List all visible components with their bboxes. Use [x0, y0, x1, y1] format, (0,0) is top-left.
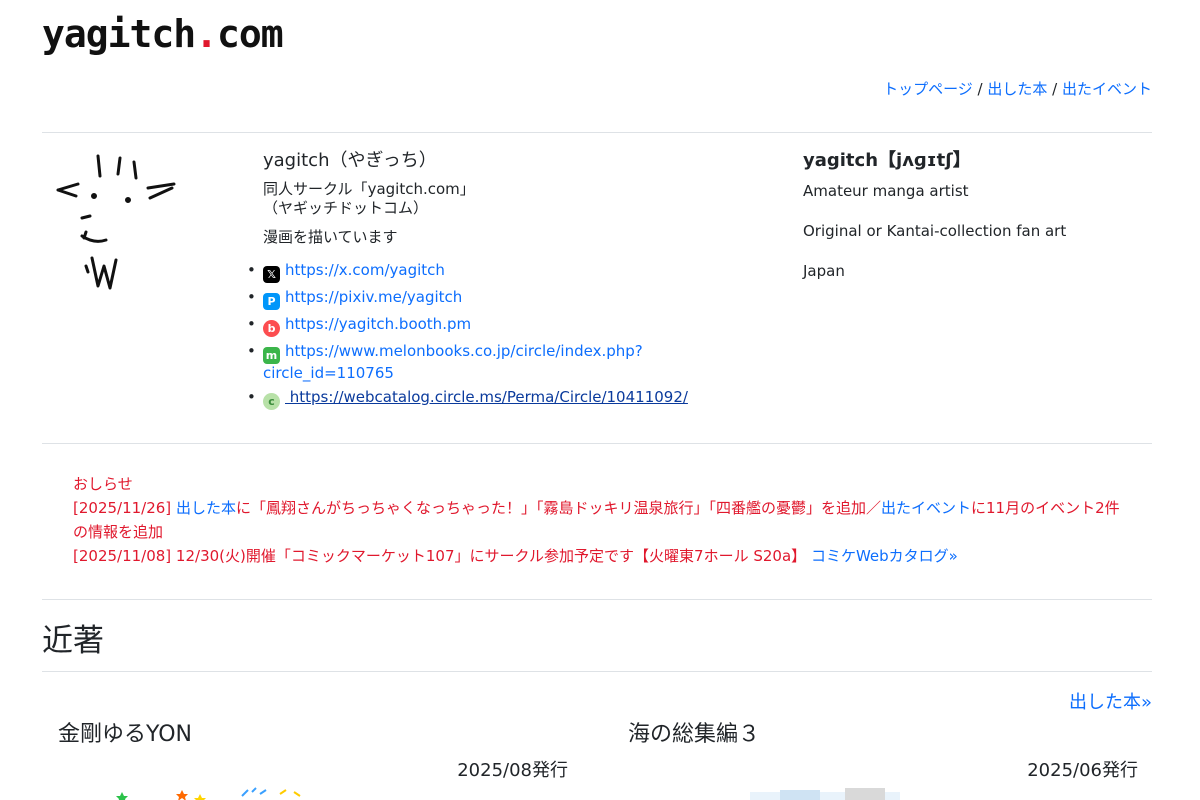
link-melonbooks[interactable]: https://www.melonbooks.co.jp/circle/inde… — [263, 342, 643, 382]
news-link-events[interactable]: 出たイベント — [881, 499, 971, 517]
link-list: 𝕏https://x.com/yagitch Phttps://pixiv.me… — [247, 261, 763, 410]
nav-link-top[interactable]: トップページ — [883, 80, 973, 98]
news-text: に「鳳翔さんがちっちゃくなっちゃった！」「霧島ドッキリ温泉旅行」「四番艦の憂鬱」… — [235, 499, 881, 517]
divider — [42, 132, 1152, 133]
list-item: Phttps://pixiv.me/yagitch — [247, 288, 763, 310]
book-title: 海の総集編３ — [628, 722, 761, 747]
profile-circle: 同人サークル「yagitch.com」 （ヤギッチドットコム） — [263, 180, 763, 218]
book-card[interactable]: 海の総集編３ 2025/06発行 — [628, 720, 1138, 781]
link-booth[interactable]: https://yagitch.booth.pm — [285, 315, 471, 333]
divider — [42, 443, 1152, 444]
pixiv-icon: P — [263, 293, 280, 310]
top-navigation: トップページ / 出した本 / 出たイベント — [883, 78, 1152, 99]
english-name: yagitch【jʌɡɪtʃ】 — [803, 150, 971, 171]
news-section: おしらせ [2025/11/26] 出した本に「鳳翔さんがちっちゃくなっちゃった… — [73, 472, 1133, 568]
news-date: [2025/11/26] — [73, 499, 176, 517]
nav-separator: / — [1047, 80, 1062, 98]
melonbooks-icon: m — [263, 347, 280, 364]
link-melonbooks-text2: circle_id=110765 — [263, 364, 394, 382]
profile-section: yagitch（やぎっち） 同人サークル「yagitch.com」 （ヤギッチド… — [247, 150, 763, 415]
nav-separator: / — [972, 80, 988, 98]
link-circle-ms[interactable]: https://webcatalog.circle.ms/Perma/Circl… — [285, 388, 688, 406]
circle-suffix: 」 — [459, 180, 475, 198]
link-pixiv[interactable]: https://pixiv.me/yagitch — [285, 288, 462, 306]
circle-prefix: 同人サークル「 — [263, 180, 368, 198]
english-profile: yagitch【jʌɡɪtʃ】 Amateur manga artist Ori… — [803, 150, 1066, 302]
book-date: 2025/06発行 — [1027, 760, 1138, 781]
link-x[interactable]: https://x.com/yagitch — [285, 261, 445, 279]
news-item: [2025/11/08] 12/30(火)開催「コミックマーケット107」にサー… — [73, 544, 1133, 568]
circle-reading: （ヤギッチドットコム） — [263, 199, 429, 217]
site-title[interactable]: yagitch.com — [42, 12, 284, 56]
news-text: [2025/11/08] 12/30(火)開催「コミックマーケット107」にサー… — [73, 547, 811, 565]
site-title-tld: com — [217, 12, 284, 56]
book-date: 2025/08発行 — [457, 760, 568, 781]
book-cover-image[interactable] — [750, 784, 900, 800]
profile-description: 漫画を描いています — [263, 228, 398, 246]
divider — [42, 599, 1152, 600]
english-line: Japan — [803, 262, 845, 280]
avatar — [56, 154, 176, 290]
divider — [42, 671, 1152, 672]
list-item: c https://webcatalog.circle.ms/Perma/Cir… — [247, 388, 763, 410]
nav-link-events[interactable]: 出たイベント — [1062, 80, 1152, 98]
book-title: 金剛ゆるYON — [58, 722, 193, 747]
book-cover-image[interactable] — [110, 784, 310, 800]
site-title-dot: . — [195, 12, 218, 56]
circle-name: yagitch.com — [367, 180, 460, 198]
x-icon: 𝕏 — [263, 266, 280, 283]
news-link-books[interactable]: 出した本 — [176, 499, 236, 517]
news-item: [2025/11/26] 出した本に「鳳翔さんがちっちゃくなっちゃった！」「霧島… — [73, 496, 1133, 544]
list-item: b https://yagitch.booth.pm — [247, 315, 763, 337]
more-books-link[interactable]: 出した本» — [1069, 688, 1152, 714]
english-line: Amateur manga artist — [803, 182, 969, 200]
nav-link-books[interactable]: 出した本 — [987, 80, 1047, 98]
circle-ms-icon: c — [263, 393, 280, 410]
news-heading: おしらせ — [73, 475, 133, 493]
section-title-recent: 近著 — [42, 623, 104, 659]
english-line: Original or Kantai-collection fan art — [803, 222, 1067, 240]
news-link-comiket-catalog[interactable]: コミケWebカタログ» — [811, 547, 958, 565]
link-melonbooks-text: https://www.melonbooks.co.jp/circle/inde… — [285, 342, 643, 360]
site-title-main: yagitch — [42, 12, 196, 56]
list-item: m https://www.melonbooks.co.jp/circle/ind… — [247, 342, 763, 383]
list-item: 𝕏https://x.com/yagitch — [247, 261, 763, 283]
book-card[interactable]: 金剛ゆるYON 2025/08発行 — [58, 720, 568, 781]
profile-name: yagitch（やぎっち） — [263, 150, 437, 171]
booth-icon: b — [263, 320, 280, 337]
